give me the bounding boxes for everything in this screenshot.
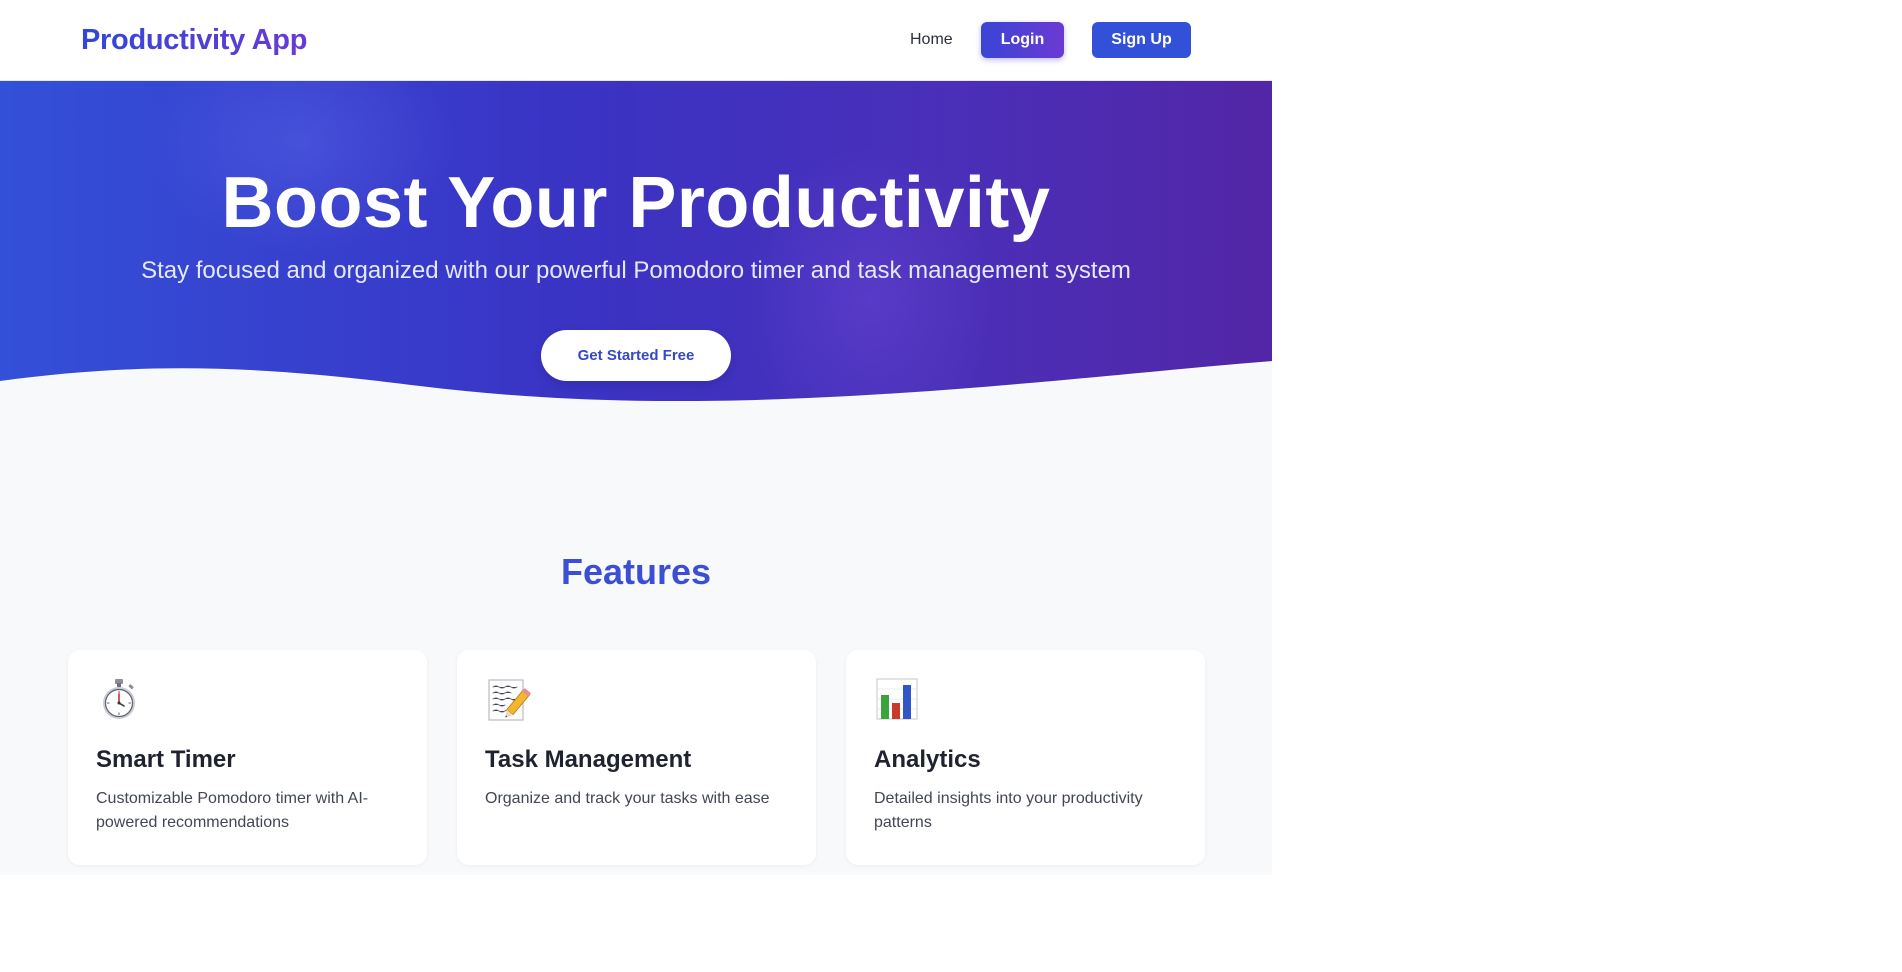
feature-card-smart-timer: Smart Timer Customizable Pomodoro timer … [68, 650, 427, 865]
bar-chart-icon [876, 678, 918, 720]
hero-section: Boost Your Productivity Stay focused and… [0, 81, 1272, 421]
features-title: Features [560, 551, 712, 592]
feature-title: Smart Timer [96, 746, 236, 773]
memo-icon [488, 679, 531, 721]
login-button[interactable]: Login [981, 22, 1064, 58]
feature-description: Detailed insights into your productivity… [874, 790, 1143, 831]
hero-subtitle: Stay focused and organized with our powe… [141, 257, 1131, 284]
feature-title: Analytics [874, 746, 981, 773]
feature-card-analytics: Analytics Detailed insights into your pr… [846, 650, 1205, 865]
hero-wave-divider [0, 361, 1272, 421]
landing-page: Productivity App Home Login Sign Up Boos… [0, 0, 1272, 875]
feature-title: Task Management [485, 746, 692, 773]
feature-description: Customizable Pomodoro timer with AI-powe… [96, 790, 369, 831]
hero-title: Boost Your Productivity [221, 163, 1051, 243]
signup-button[interactable]: Sign Up [1092, 22, 1191, 58]
stopwatch-icon [103, 679, 135, 719]
feature-card-task-management: Task Management Organize and track your … [457, 650, 816, 865]
feature-description: Organize and track your tasks with ease [485, 790, 770, 807]
brand-logo[interactable]: Productivity App [81, 18, 307, 62]
nav-home-link[interactable]: Home [892, 22, 971, 58]
navbar: Productivity App Home Login Sign Up [0, 0, 1272, 81]
